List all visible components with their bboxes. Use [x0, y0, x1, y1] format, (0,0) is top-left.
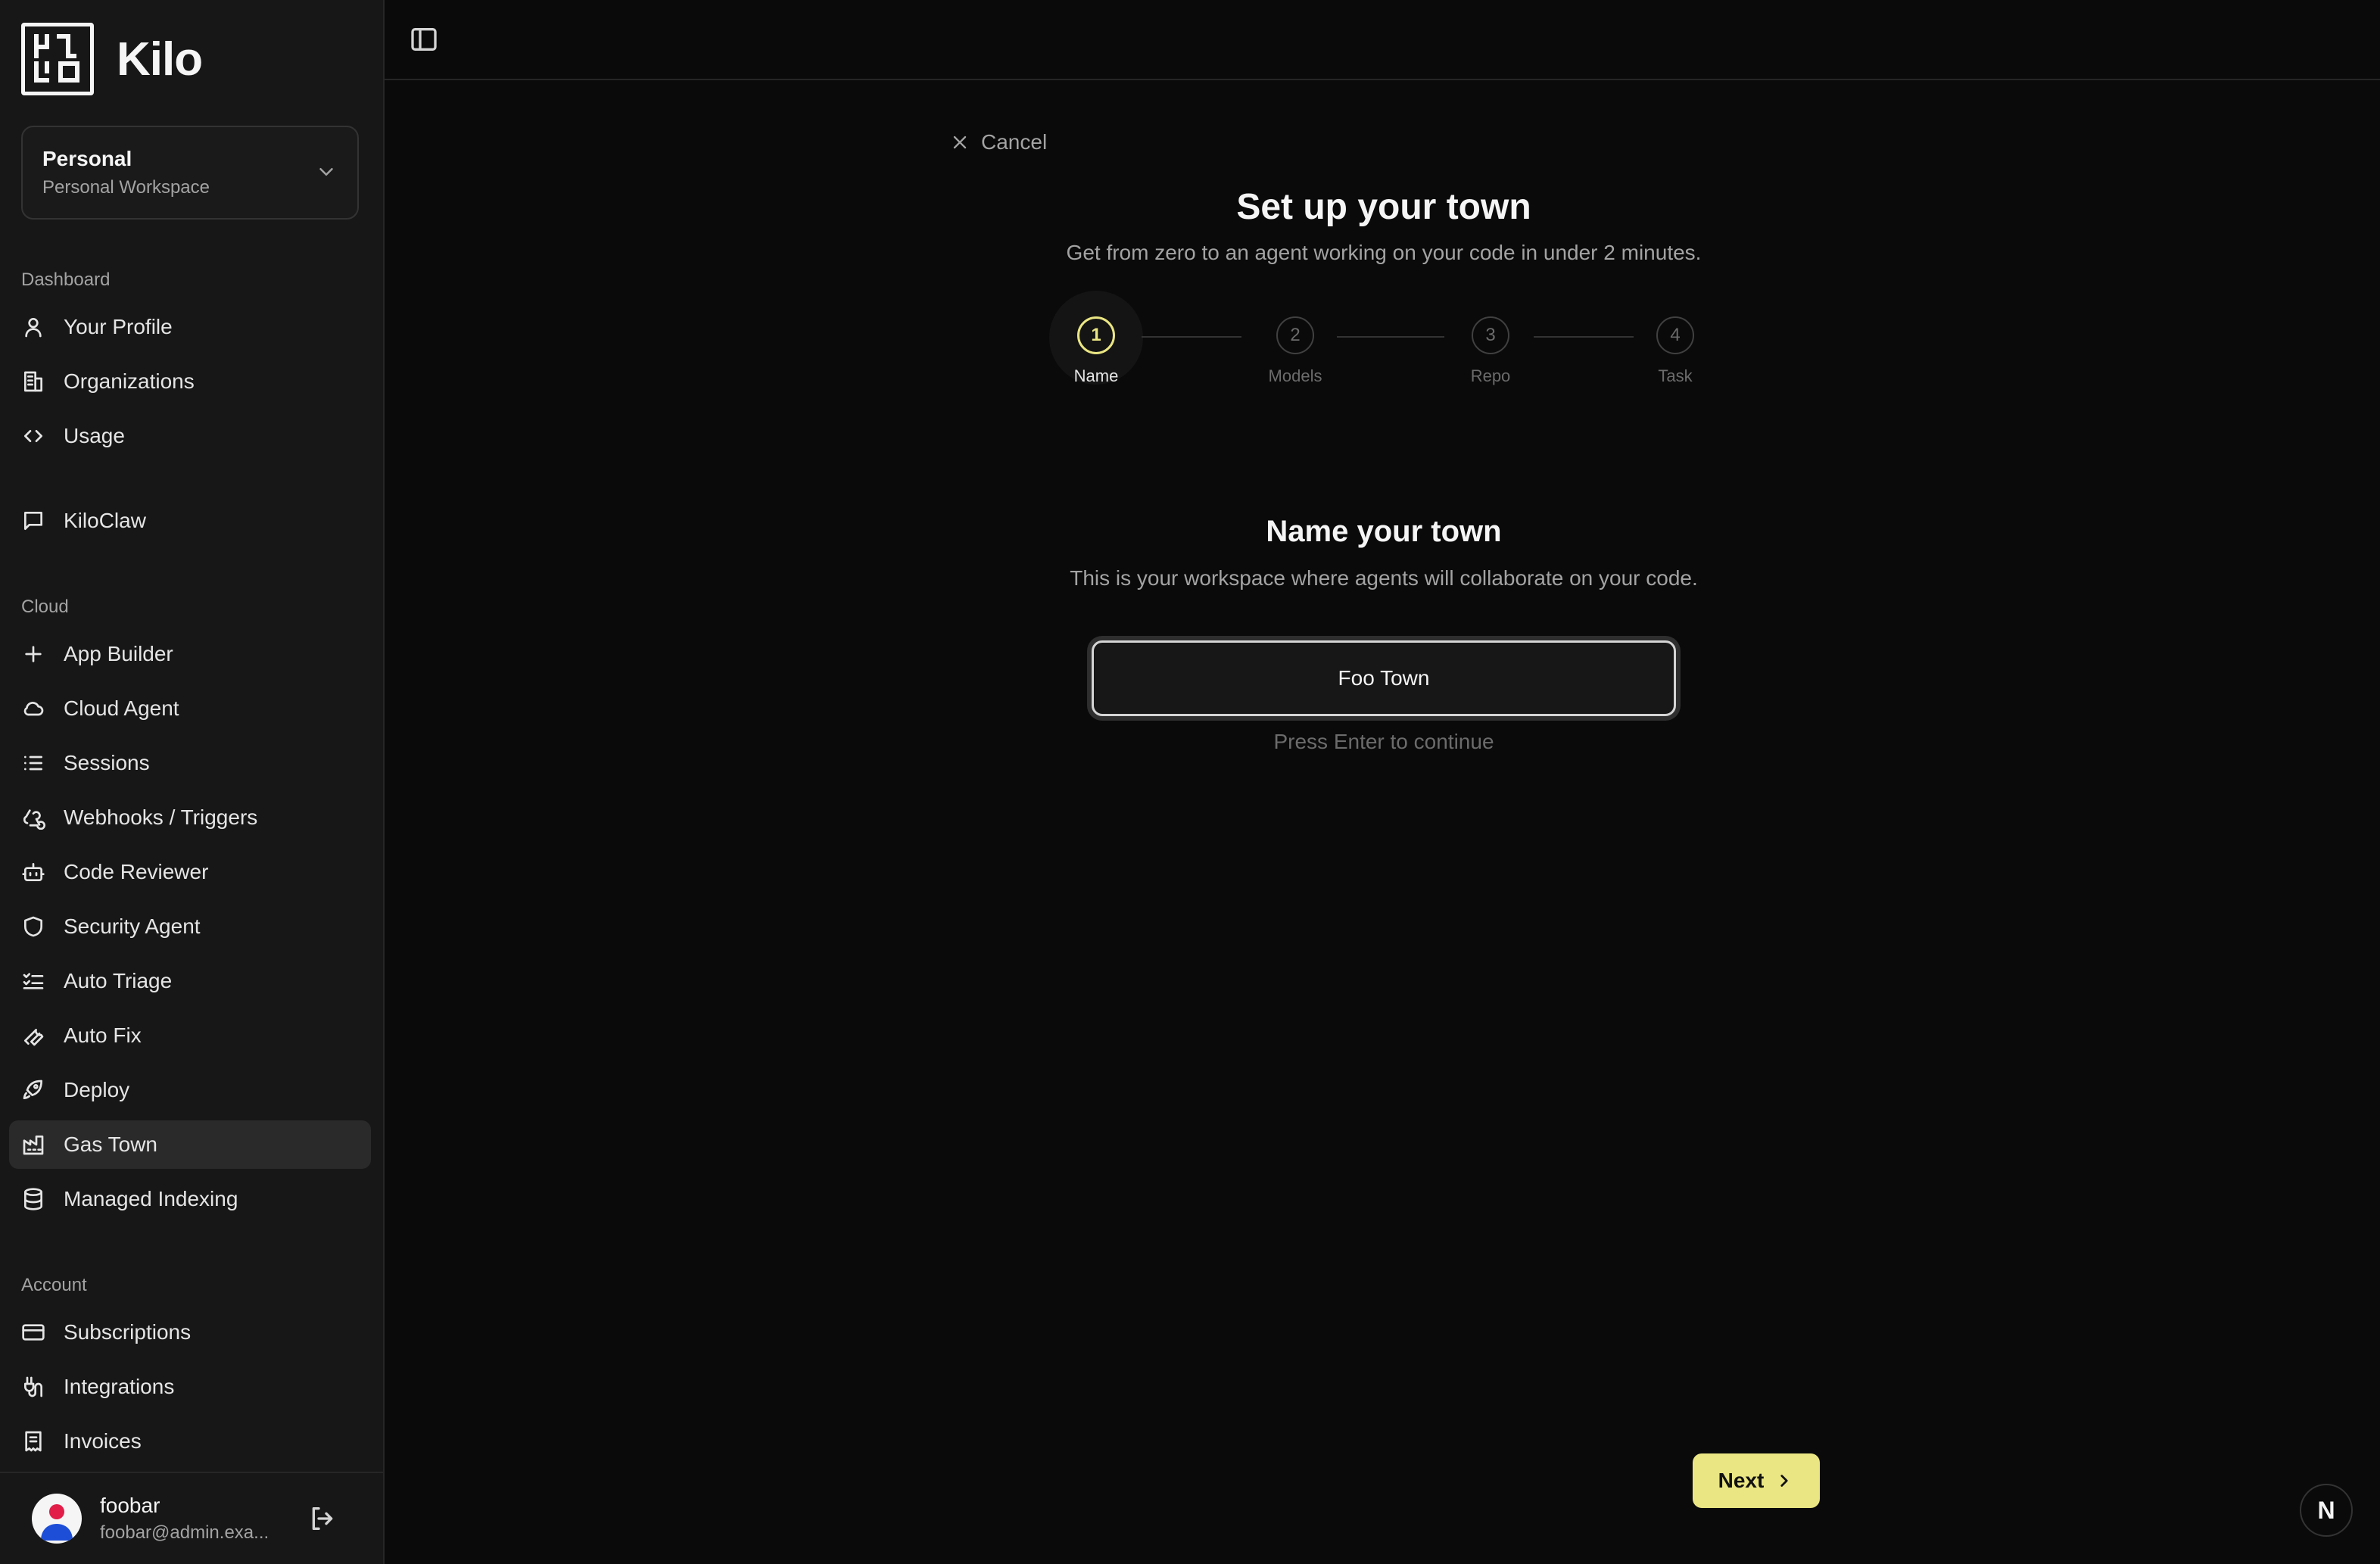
sidebar-item-organizations[interactable]: Organizations — [9, 357, 371, 406]
user-name: foobar — [100, 1494, 160, 1517]
sidebar-item-label: Sessions — [64, 751, 150, 774]
step-label: Models — [1268, 366, 1322, 385]
sidebar-item-label: Organizations — [64, 369, 195, 393]
plus-icon — [21, 642, 45, 666]
logout-icon[interactable] — [307, 1503, 338, 1534]
brand-name: Kilo — [117, 33, 203, 86]
sidebar-item-invoices[interactable]: Invoices — [9, 1417, 371, 1466]
step-number: 1 — [1077, 316, 1115, 354]
chevron-right-icon — [1780, 1475, 1788, 1487]
plug-icon — [21, 1375, 45, 1399]
chevron-down-icon — [319, 168, 333, 176]
receipt-icon — [21, 1429, 45, 1453]
sidebar-item-label: Managed Indexing — [64, 1187, 238, 1210]
section-label-account: Account — [21, 1275, 87, 1295]
sidebar-item-label: Your Profile — [64, 315, 173, 338]
cancel-button[interactable]: Cancel — [949, 130, 1047, 154]
list-checks-icon — [21, 969, 45, 993]
brand[interactable]: Kilo — [21, 23, 203, 95]
sidebar-item-label: Code Reviewer — [64, 860, 209, 883]
step-task: 4 Task — [1630, 316, 1721, 386]
sidebar-item-webhooks-triggers[interactable]: Webhooks / Triggers — [9, 793, 371, 842]
step-connector — [1534, 336, 1634, 338]
section-title: Name your town — [1266, 515, 1502, 548]
user-card[interactable]: foobar foobar@admin.exa... — [0, 1472, 383, 1564]
next-button[interactable]: Next — [1693, 1453, 1820, 1508]
step-label: Repo — [1470, 366, 1511, 385]
sidebar-item-label: Auto Fix — [64, 1023, 142, 1047]
list-icon — [21, 751, 45, 775]
sidebar-item-label: App Builder — [64, 642, 173, 665]
bot-icon — [21, 860, 45, 884]
sidebar-item-label: Gas Town — [64, 1132, 157, 1156]
sidebar-item-label: Auto Triage — [64, 969, 173, 992]
sidebar-item-label: Webhooks / Triggers — [64, 805, 258, 829]
credit-card-icon — [21, 1320, 45, 1344]
step-number: 3 — [1472, 316, 1509, 354]
user-info: foobar foobar@admin.exa... — [100, 1494, 282, 1544]
sidebar-item-managed-indexing[interactable]: Managed Indexing — [9, 1175, 371, 1223]
user-icon — [21, 315, 45, 339]
sidebar-item-label: Invoices — [64, 1429, 142, 1453]
sidebar-item-label: Subscriptions — [64, 1320, 192, 1344]
sidebar-item-auto-triage[interactable]: Auto Triage — [9, 957, 371, 1005]
cloud-icon — [21, 696, 45, 721]
step-number: 4 — [1656, 316, 1694, 354]
sidebar-item-deploy[interactable]: Deploy — [9, 1066, 371, 1114]
app-root: Kilo Personal Personal Workspace Dashboa… — [0, 0, 2380, 1564]
sidebar-toggle-icon[interactable] — [409, 24, 439, 55]
webhook-icon — [21, 805, 45, 830]
sidebar-item-label: Integrations — [64, 1375, 175, 1398]
next-label: Next — [1718, 1469, 1765, 1492]
sidebar-item-label: Cloud Agent — [64, 696, 179, 720]
kilo-logo-icon — [21, 23, 94, 95]
close-icon — [953, 136, 967, 149]
sidebar-item-security-agent[interactable]: Security Agent — [9, 902, 371, 951]
dev-tools-badge[interactable]: N — [2300, 1484, 2353, 1537]
sidebar-item-gas-town[interactable]: Gas Town — [9, 1120, 371, 1169]
avatar — [32, 1494, 82, 1544]
workspace-title: Personal — [42, 147, 132, 170]
code-icon — [21, 424, 45, 448]
sidebar-item-cloud-agent[interactable]: Cloud Agent — [9, 684, 371, 733]
page-subtitle: Get from zero to an agent working on you… — [1066, 241, 1702, 264]
section-subtitle: This is your workspace where agents will… — [1070, 566, 1698, 590]
step-connector — [1142, 336, 1241, 338]
sidebar-item-integrations[interactable]: Integrations — [9, 1363, 371, 1411]
rocket-icon — [21, 1078, 45, 1102]
sidebar-item-app-builder[interactable]: App Builder — [9, 630, 371, 678]
database-icon — [21, 1187, 45, 1211]
sidebar-item-auto-fix[interactable]: Auto Fix — [9, 1011, 371, 1060]
step-repo: 3 Repo — [1445, 316, 1536, 386]
sidebar-item-subscriptions[interactable]: Subscriptions — [9, 1308, 371, 1357]
shield-icon — [21, 914, 45, 939]
badge-letter: N — [2317, 1496, 2335, 1524]
topbar — [385, 0, 2380, 80]
factory-icon — [21, 1132, 45, 1157]
user-email: foobar@admin.exa... — [100, 1522, 269, 1543]
step-models: 2 Models — [1250, 316, 1341, 386]
step-label: Name — [1073, 366, 1119, 385]
wrench-icon — [21, 1023, 45, 1048]
step-number: 2 — [1276, 316, 1314, 354]
step-connector — [1337, 336, 1444, 338]
cancel-label: Cancel — [981, 130, 1048, 154]
step-name[interactable]: 1 Name — [1051, 316, 1142, 386]
sidebar: Kilo Personal Personal Workspace Dashboa… — [0, 0, 385, 1564]
page-title: Set up your town — [1236, 187, 1531, 227]
town-name-input[interactable] — [1092, 640, 1676, 716]
section-label-cloud: Cloud — [21, 597, 69, 617]
step-label: Task — [1658, 366, 1693, 385]
sidebar-item-code-reviewer[interactable]: Code Reviewer — [9, 848, 371, 896]
enter-hint: Press Enter to continue — [1273, 730, 1494, 753]
building-icon — [21, 369, 45, 394]
sidebar-item-label: Usage — [64, 424, 125, 447]
section-label-dashboard: Dashboard — [21, 269, 111, 290]
sidebar-item-your-profile[interactable]: Your Profile — [9, 303, 371, 351]
sidebar-item-usage[interactable]: Usage — [9, 412, 371, 460]
sidebar-item-label: Security Agent — [64, 914, 201, 938]
sidebar-item-label: Deploy — [64, 1078, 130, 1101]
